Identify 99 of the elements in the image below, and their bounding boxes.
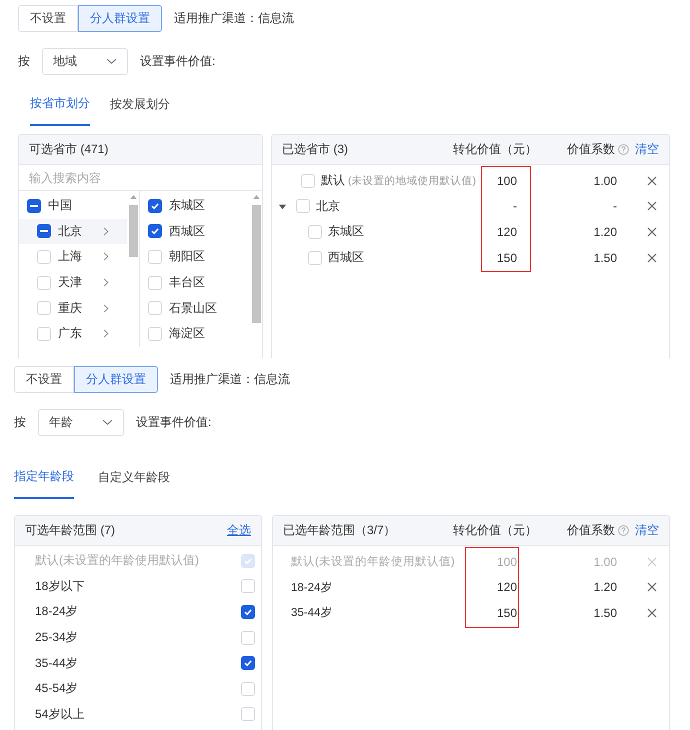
district-item[interactable]: 东城区	[140, 193, 250, 219]
district-item[interactable]: 西城区	[140, 218, 250, 244]
close-icon[interactable]	[647, 176, 657, 186]
coefficient-cell-text: -	[612, 199, 617, 214]
checkbox[interactable]	[241, 656, 255, 670]
mode-button[interactable]: 不设置	[18, 5, 78, 32]
dimension-select[interactable]: 年龄	[38, 409, 124, 436]
tab[interactable]: 指定年龄段	[14, 462, 74, 499]
clear-link[interactable]: 清空	[635, 522, 659, 539]
close-icon[interactable]	[647, 201, 657, 212]
province-item[interactable]: 天津	[19, 270, 128, 296]
panel-title: 可选年龄范围 (7)	[25, 522, 116, 539]
age-item[interactable]: 25-34岁	[15, 624, 261, 650]
province-item[interactable]: 上海	[19, 244, 128, 270]
chevron-down-icon	[102, 419, 113, 426]
coefficient-cell-text: 1.50	[592, 606, 617, 620]
value-cell-text: 120	[496, 224, 517, 239]
select-all-link[interactable]: 全选	[227, 522, 251, 539]
event-value-label: 设置事件价值:	[136, 414, 212, 431]
province-label: 北京	[58, 222, 82, 240]
help-icon[interactable]	[618, 525, 629, 536]
row-label: 东城区	[328, 223, 364, 240]
close-icon[interactable]	[647, 252, 657, 263]
mode-button[interactable]: 不设置	[14, 366, 74, 393]
by-label: 按	[14, 414, 26, 431]
dimension-select[interactable]: 地域	[42, 48, 128, 75]
province-label: 中国	[48, 197, 72, 214]
tab[interactable]: 按发展划分	[110, 89, 170, 126]
checkbox[interactable]	[148, 224, 162, 238]
value-cell-text: 150	[496, 606, 517, 620]
value-cell-text: 100	[496, 554, 517, 569]
age-item[interactable]: 45-54岁	[15, 676, 261, 702]
coefficient-cell-text: 1.00	[592, 554, 617, 569]
expand-triangle-icon[interactable]	[278, 202, 287, 211]
chevron-right-icon	[103, 252, 109, 262]
scroll-up-icon[interactable]	[252, 195, 260, 199]
age-item[interactable]: 54岁以上	[15, 702, 261, 728]
dash-icon	[40, 230, 48, 232]
column-header: 转化价值（元）	[452, 141, 538, 158]
channel-text: 适用推广渠道：信息流	[174, 10, 294, 27]
checkbox[interactable]	[148, 198, 162, 213]
province-item[interactable]: 北京	[19, 218, 128, 244]
row-label: 默认(未设置的年龄使用默认值)	[291, 554, 455, 570]
mode-button[interactable]: 分人群设置	[78, 5, 162, 32]
district-item[interactable]: 朝阳区	[140, 244, 250, 270]
province-item[interactable]: 中国	[19, 193, 128, 219]
column-header: 价值系数	[567, 522, 615, 539]
province-label: 上海	[58, 248, 82, 266]
help-icon[interactable]	[618, 144, 629, 155]
checkbox[interactable]	[27, 198, 41, 213]
checkbox[interactable]	[37, 224, 51, 238]
chevron-right-icon	[103, 329, 109, 338]
by-label: 按	[18, 53, 30, 70]
panel-title: 已选省市 (3)	[282, 141, 349, 158]
event-value-label: 设置事件价值:	[140, 53, 216, 70]
age-item[interactable]: 35-44岁	[15, 650, 261, 676]
district-item[interactable]: 海淀区	[140, 320, 250, 347]
district-item[interactable]: 石景山区	[140, 295, 250, 321]
tab[interactable]: 按省市划分	[30, 89, 90, 126]
column-header: 转化价值（元）	[452, 522, 538, 539]
panel-title: 可选省市 (471)	[29, 141, 110, 158]
value-cell-text: 120	[496, 580, 517, 594]
close-icon[interactable]	[647, 226, 657, 237]
close-icon[interactable]	[647, 582, 657, 592]
value-cell-text: 100	[496, 174, 517, 188]
dash-icon	[30, 204, 38, 207]
coefficient-cell-text: 1.20	[592, 580, 617, 594]
checkbox[interactable]	[241, 604, 255, 619]
district-item[interactable]: 丰台区	[140, 270, 250, 296]
column-header: 价值系数	[567, 141, 615, 158]
age-item[interactable]: 18-24岁	[15, 599, 261, 625]
scroll-up-icon[interactable]	[130, 195, 137, 199]
chevron-right-icon	[103, 278, 109, 288]
coefficient-cell-text: 1.50	[592, 250, 617, 265]
row-label: 35-44岁	[291, 606, 332, 620]
value-cell-text: -	[512, 199, 517, 214]
age-item[interactable]: 18岁以下	[15, 574, 261, 600]
chevron-right-icon	[103, 304, 109, 313]
coefficient-cell-text: 1.00	[592, 174, 617, 188]
row-label: 默认	[321, 172, 345, 190]
province-item[interactable]: 重庆	[19, 295, 128, 321]
chevron-right-icon	[103, 226, 109, 236]
value-cell-text: 150	[496, 250, 517, 265]
province-label: 天津	[58, 274, 82, 292]
panel-title: 已选年龄范围（3/7）	[283, 522, 397, 539]
row-label: 北京	[316, 198, 340, 215]
clear-link[interactable]: 清空	[635, 141, 659, 158]
channel-text: 适用推广渠道：信息流	[170, 371, 290, 388]
coefficient-cell-text: 1.20	[592, 224, 617, 239]
chevron-down-icon	[106, 58, 117, 65]
province-label: 广东	[58, 325, 82, 342]
mode-button[interactable]: 分人群设置	[74, 366, 158, 393]
province-label: 重庆	[58, 300, 82, 317]
close-icon[interactable]	[647, 608, 657, 618]
row-note: (未设置的地域使用默认值)	[348, 174, 476, 188]
province-item[interactable]: 广东	[19, 320, 128, 347]
tab[interactable]: 自定义年龄段	[98, 462, 170, 499]
row-label: 西城区	[328, 249, 364, 266]
row-label: 18-24岁	[291, 580, 332, 595]
